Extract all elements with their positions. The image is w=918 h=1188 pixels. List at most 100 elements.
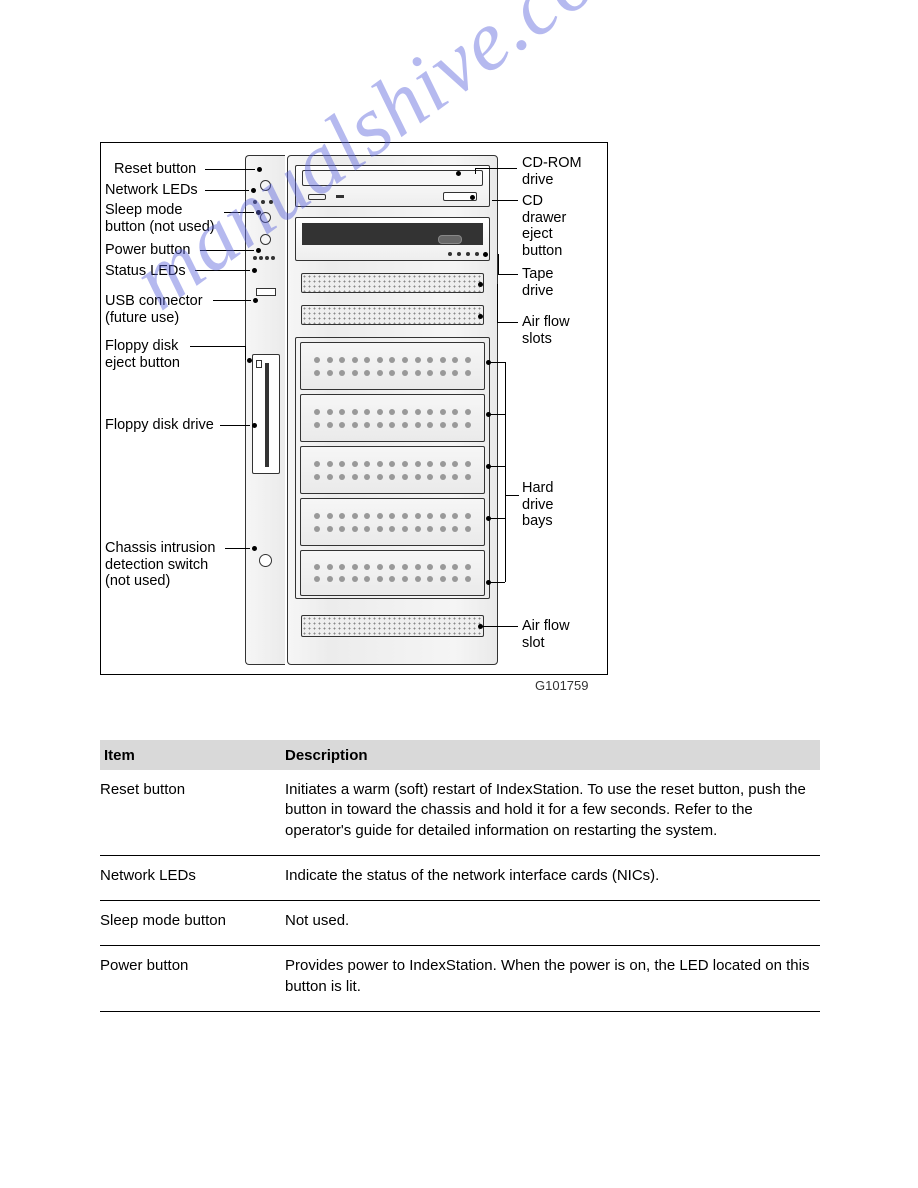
leader-line <box>505 362 506 582</box>
leader-dot <box>478 314 483 319</box>
leader-dot <box>256 210 261 215</box>
hdd-bay <box>300 342 485 390</box>
leader-dot <box>456 171 461 176</box>
col-header-item: Item <box>100 747 285 764</box>
leader-line <box>497 284 498 322</box>
leader-line <box>213 300 251 301</box>
cell-item: Network LEDs <box>100 866 285 886</box>
leader-line <box>205 190 249 191</box>
label-usb: USB connector (future use) <box>105 293 203 326</box>
table-header: Item Description <box>100 740 820 770</box>
leader-line <box>205 169 255 170</box>
leader-line <box>190 346 245 347</box>
chassis-intrusion-switch <box>259 554 272 567</box>
label-reset: Reset button <box>114 161 196 178</box>
leader-line <box>475 168 476 174</box>
hard-drive-bays <box>295 337 490 599</box>
col-header-desc: Description <box>285 747 820 764</box>
leader-line <box>490 362 505 363</box>
table-row: Network LEDs Indicate the status of the … <box>100 856 820 901</box>
floppy-slit <box>265 363 269 467</box>
cdrom-drive <box>295 165 490 207</box>
leader-line <box>245 346 246 360</box>
network-led <box>261 200 265 204</box>
reset-button <box>260 180 271 191</box>
label-power: Power button <box>105 242 190 259</box>
tower-left-panel <box>245 155 285 665</box>
label-tape: Tape drive <box>522 266 553 299</box>
cell-item: Sleep mode button <box>100 911 285 931</box>
label-airflow-slots: Air flow slots <box>522 314 570 347</box>
items-table: Item Description Reset button Initiates … <box>100 740 820 1012</box>
leader-line <box>498 254 499 274</box>
hdd-bay <box>300 498 485 546</box>
cell-desc: Indicate the status of the network inter… <box>285 866 820 886</box>
leader-line <box>490 466 505 467</box>
hdd-bay <box>300 394 485 442</box>
leader-dot <box>478 282 483 287</box>
label-cdrom: CD-ROM drive <box>522 155 582 188</box>
leader-dot <box>251 188 256 193</box>
leader-dot <box>486 516 491 521</box>
floppy-eject-button <box>256 360 262 368</box>
label-airflow-slot: Air flow slot <box>522 618 570 651</box>
leader-dot <box>252 268 257 273</box>
leader-dot <box>256 248 261 253</box>
figure-id: G101759 <box>535 678 589 693</box>
leader-line <box>490 582 505 583</box>
leader-line <box>195 270 250 271</box>
leader-line <box>475 168 517 169</box>
label-floppy: Floppy disk drive <box>105 417 214 434</box>
airflow-slot <box>301 305 484 325</box>
cell-item: Power button <box>100 956 285 997</box>
server-tower <box>245 155 500 665</box>
leader-dot <box>486 360 491 365</box>
status-led <box>265 256 269 260</box>
leader-dot <box>486 464 491 469</box>
label-status-leds: Status LEDs <box>105 263 186 280</box>
cd-controls <box>336 195 344 198</box>
status-led <box>253 256 257 260</box>
leader-line <box>497 322 518 323</box>
leader-dot <box>478 624 483 629</box>
leader-dot <box>470 195 475 200</box>
leader-line <box>225 548 250 549</box>
leader-dot <box>247 358 252 363</box>
leader-line <box>220 425 250 426</box>
leader-dot <box>252 546 257 551</box>
leader-line <box>200 250 254 251</box>
cell-desc: Not used. <box>285 911 820 931</box>
leader-dot <box>486 412 491 417</box>
tape-slot <box>302 223 483 245</box>
cell-desc: Initiates a warm (soft) restart of Index… <box>285 780 820 841</box>
leader-dot <box>253 298 258 303</box>
floppy-drive <box>252 354 280 474</box>
label-sleep: Sleep mode button (not used) <box>105 202 215 235</box>
status-led <box>271 256 275 260</box>
hdd-bay <box>300 550 485 596</box>
leader-line <box>498 274 518 275</box>
table-row: Power button Provides power to IndexStat… <box>100 946 820 1012</box>
leader-line <box>490 414 505 415</box>
leader-dot <box>257 167 262 172</box>
label-floppy-eject: Floppy disk eject button <box>105 338 180 371</box>
tape-eject <box>438 235 462 244</box>
leader-line <box>505 495 519 496</box>
hdd-bay <box>300 446 485 494</box>
sleep-button <box>260 212 271 223</box>
label-intrusion: Chassis intrusion detection switch (not … <box>105 540 215 590</box>
leader-line <box>490 518 505 519</box>
cd-controls <box>308 194 326 200</box>
table-row: Reset button Initiates a warm (soft) res… <box>100 770 820 856</box>
label-network-leds: Network LEDs <box>105 182 198 199</box>
airflow-slot <box>301 273 484 293</box>
label-hdd: Hard drive bays <box>522 480 553 530</box>
usb-connector <box>256 288 276 296</box>
label-cdeject: CD drawer eject button <box>522 193 566 260</box>
network-led <box>253 200 257 204</box>
cell-desc: Provides power to IndexStation. When the… <box>285 956 820 997</box>
cell-item: Reset button <box>100 780 285 841</box>
leader-dot <box>486 580 491 585</box>
network-led <box>269 200 273 204</box>
leader-line <box>482 626 518 627</box>
